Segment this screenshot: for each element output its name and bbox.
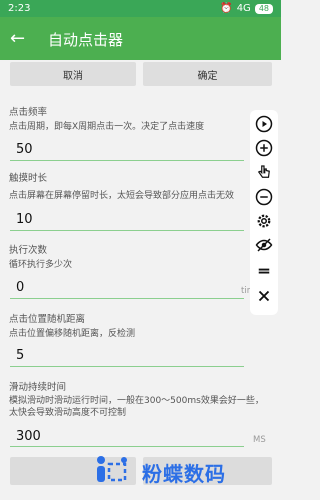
page-title: 自动点击器 bbox=[48, 31, 124, 49]
swipe-duration-unit: MS bbox=[253, 435, 266, 445]
section-desc-repeat-count: 循环执行多少次 bbox=[9, 260, 73, 270]
repeat-count-input[interactable]: 0 bbox=[16, 280, 24, 295]
brand-logo-icon bbox=[97, 456, 127, 482]
section-desc-frequency: 点击周期，即每X周期点击一次。决定了点击速度 bbox=[9, 122, 205, 132]
section-title-swipe-duration: 滑动持续时间 bbox=[9, 382, 67, 393]
menu-icon[interactable] bbox=[254, 261, 274, 281]
touch-duration-underline bbox=[10, 230, 244, 231]
status-bar: 2:23 ⏰ 4G 48 bbox=[0, 0, 281, 17]
section-title-repeat-count: 执行次数 bbox=[9, 245, 48, 256]
section-title-random-offset: 点击位置随机距离 bbox=[9, 314, 86, 325]
random-offset-underline bbox=[10, 366, 244, 367]
section-title-touch-duration: 触摸时长 bbox=[9, 173, 48, 184]
repeat-count-underline bbox=[10, 298, 244, 299]
touch-duration-input[interactable]: 10 bbox=[16, 212, 33, 227]
brand-watermark: 粉蝶数码 bbox=[92, 454, 226, 490]
hide-icon[interactable] bbox=[254, 235, 274, 255]
add-icon[interactable] bbox=[254, 138, 274, 158]
cancel-button[interactable]: 取消 bbox=[10, 62, 136, 86]
swipe-duration-underline bbox=[10, 446, 244, 447]
confirm-button[interactable]: 确定 bbox=[143, 62, 272, 86]
status-indicators: ⏰ 4G 48 bbox=[220, 3, 273, 14]
play-icon[interactable] bbox=[254, 114, 274, 134]
swipe-duration-input[interactable]: 300 bbox=[16, 429, 41, 444]
alarm-icon: ⏰ bbox=[220, 3, 233, 14]
frequency-input[interactable]: 50 bbox=[16, 142, 33, 157]
frequency-underline bbox=[10, 160, 244, 161]
remove-icon[interactable] bbox=[254, 187, 274, 207]
close-icon[interactable] bbox=[254, 286, 274, 306]
action-row: 取消 确定 bbox=[10, 62, 272, 86]
section-title-frequency: 点击频率 bbox=[9, 107, 48, 118]
network-label: 4G bbox=[236, 3, 251, 14]
battery-indicator: 48 bbox=[254, 3, 273, 14]
section-desc-random-offset: 点击位置偏移随机距离，反检测 bbox=[9, 329, 136, 339]
hand-pointer-icon[interactable] bbox=[254, 162, 274, 182]
section-desc-touch-duration: 点击屏幕在屏幕停留时长，太短会导致部分应用点击无效 bbox=[9, 191, 235, 201]
section-desc-swipe-duration: 模拟滑动时滑动运行时间，一般在300～500ms效果会好一些，太快会导致滑动高度… bbox=[9, 396, 264, 418]
random-offset-input[interactable]: 5 bbox=[16, 348, 24, 363]
settings-icon[interactable] bbox=[254, 211, 274, 231]
back-arrow-icon[interactable]: ← bbox=[10, 28, 25, 49]
status-time: 2:23 bbox=[8, 3, 31, 14]
floating-toolbar bbox=[250, 110, 278, 315]
brand-name: 粉蝶数码 bbox=[142, 461, 226, 486]
app-bar: ← 自动点击器 bbox=[0, 17, 281, 60]
